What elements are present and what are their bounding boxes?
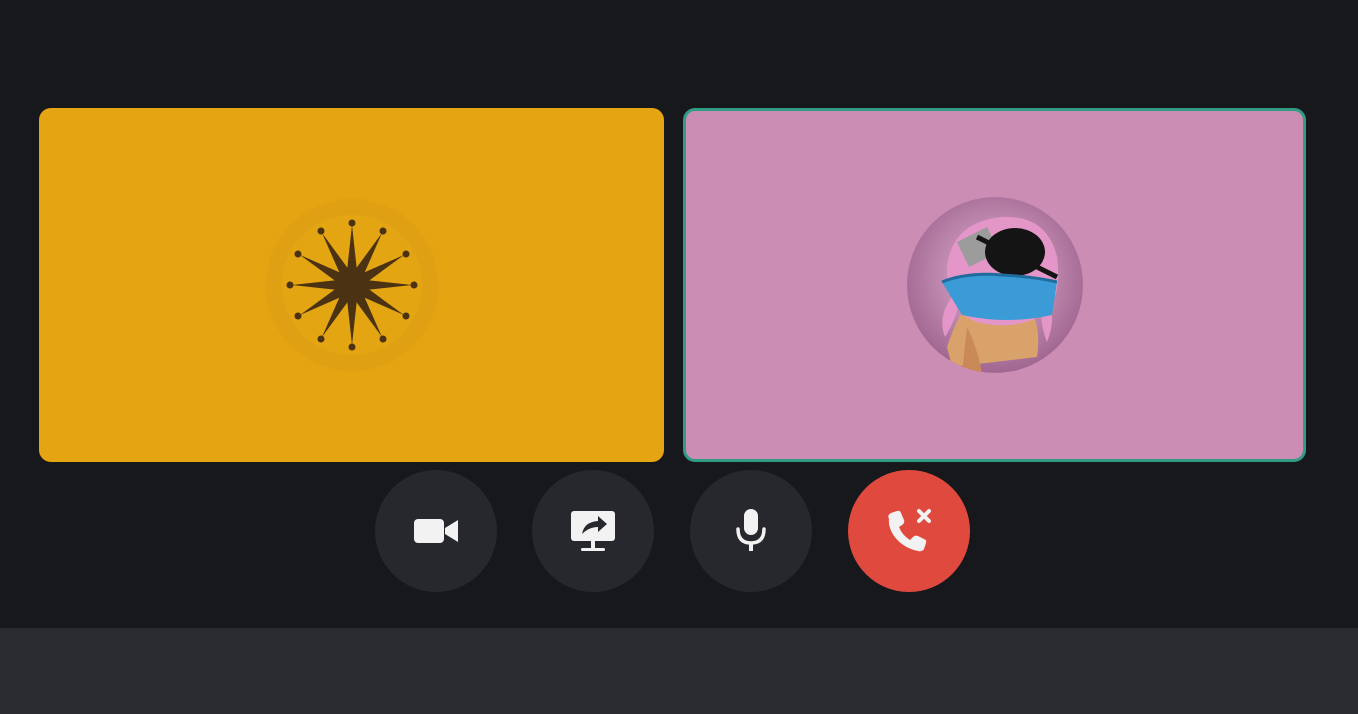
screen-share-button[interactable] xyxy=(532,470,654,592)
bottom-bar xyxy=(0,628,1358,714)
leave-call-button[interactable] xyxy=(848,470,970,592)
microphone-icon xyxy=(736,509,766,551)
star-burst-icon xyxy=(265,199,438,371)
participant-tile[interactable] xyxy=(39,108,664,462)
avatar xyxy=(263,197,440,373)
participant-tile-speaking[interactable] xyxy=(683,108,1306,462)
hang-up-icon xyxy=(888,509,931,552)
screen-share-icon xyxy=(571,511,615,551)
camera-button[interactable] xyxy=(375,470,497,592)
avatar xyxy=(906,197,1083,373)
call-stage xyxy=(0,0,1358,628)
microphone-button[interactable] xyxy=(690,470,812,592)
video-camera-icon xyxy=(414,519,458,543)
pink-character-icon xyxy=(906,197,1083,373)
call-controls xyxy=(375,470,975,594)
